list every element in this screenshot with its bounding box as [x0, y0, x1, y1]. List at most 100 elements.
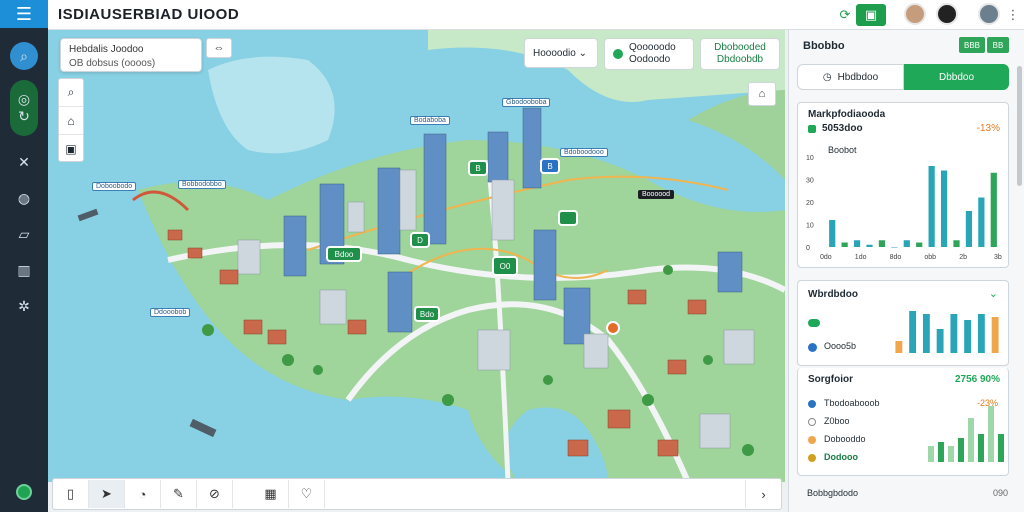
chart-bar [958, 438, 964, 462]
avatar[interactable] [978, 3, 1000, 25]
map-pin[interactable]: Bdo [414, 306, 440, 322]
chart-bar [936, 329, 944, 353]
panel-title: Bbobbo [803, 40, 845, 52]
chart-bar [866, 244, 873, 247]
map-label[interactable]: Bodaboba [410, 116, 450, 125]
panel-badge[interactable]: BBB [959, 37, 985, 53]
filter-sublabel: Dbdoobdb [716, 54, 764, 65]
hand-tool-icon[interactable]: ◔ [125, 480, 161, 508]
chart-bar [853, 240, 861, 247]
chart-bar [950, 314, 958, 353]
grid-tool-icon[interactable]: ▦ [253, 480, 289, 508]
x-tick-label: obb [924, 254, 936, 261]
row-label: Dodooo [824, 452, 858, 462]
layers-group[interactable]: ◎ ↻ [10, 80, 38, 136]
fullscreen-icon[interactable]: ⌂ [748, 82, 776, 106]
chart-bar [938, 442, 944, 462]
panel-badge[interactable]: BB [987, 37, 1009, 53]
filter-green[interactable]: Dbobooded Dbdoobdb [700, 38, 780, 70]
row-label: Dobooddo [824, 434, 866, 444]
chart-bar [990, 172, 997, 247]
search-map-icon[interactable]: ⌕ [59, 79, 83, 107]
map-label[interactable]: Gbodooboba [502, 98, 551, 107]
heart-tool-icon[interactable]: ♡ [289, 480, 325, 508]
card-title: Sorgfoior [808, 374, 853, 385]
map-label[interactable]: Ddooobob [150, 308, 191, 317]
map-illustration [48, 30, 785, 482]
metrics-card: Markpfodiaooda 5053doo -13% Boobot 10 30 2… [797, 102, 1009, 268]
bar-chart [928, 406, 1004, 462]
refresh-icon[interactable]: ⟳ [834, 4, 856, 26]
more-icon[interactable]: ⋮ [1002, 4, 1024, 26]
map-pin[interactable]: Bdoo [326, 246, 362, 262]
metric-value: 2756 90% [954, 374, 1000, 385]
search-icon[interactable]: ⌕ [10, 42, 38, 70]
row-label: Z0boo [824, 416, 850, 426]
pin-tool-icon[interactable]: ▯ [53, 480, 89, 508]
segment-option-active[interactable]: Dbbdoo [904, 64, 1009, 90]
clock-icon: ◷ [822, 71, 832, 83]
chart-bar [829, 220, 836, 247]
chevron-down-icon[interactable]: ⌄ [989, 287, 998, 300]
globe-icon[interactable]: ◍ [10, 184, 38, 212]
map-label[interactable]: Boooood [638, 190, 675, 199]
map-pin[interactable] [558, 210, 578, 226]
map-pin[interactable]: B [540, 158, 560, 174]
card-title: Markpfodiaooda [808, 109, 886, 120]
legend-swatch [808, 319, 820, 327]
x-tick-label: 1do [855, 254, 867, 261]
chart-bar [891, 247, 898, 248]
map-pin[interactable]: D [410, 232, 430, 248]
left-rail: ☰ ⌕ ◎ ↻ ✕ ◍ ▱ ▥ ✲ [0, 0, 48, 512]
filter-toggle[interactable]: Qooooodo Oodoodo [604, 38, 694, 70]
layers-icon: ◎ ↻ [17, 91, 31, 124]
top-bar: ISDIAUSERBIAD UIOOD ⟳ ▣ ⋮ [48, 0, 1024, 30]
location-icon[interactable]: ⌂ [59, 107, 83, 135]
map-pin[interactable]: O0 [492, 256, 518, 276]
footer-value: 090 [992, 488, 1008, 498]
scrollbar[interactable] [1017, 66, 1022, 186]
chart-bar [909, 311, 917, 353]
x-tick-label: 3b [994, 254, 1002, 261]
row-label: Tbodoabooob [824, 398, 880, 408]
segment-option[interactable]: ◷ Hbdbdoo [797, 64, 904, 90]
location-card[interactable]: Hebdalis Joodoo OB dobsus (oooos) [60, 38, 202, 72]
y-tick-label: 20 [806, 200, 814, 207]
compass-tool-icon[interactable]: ⊘ [197, 480, 233, 508]
chart-bar [940, 170, 948, 247]
map-label[interactable]: Bdoboodooo [560, 148, 608, 157]
avatar[interactable] [936, 3, 958, 25]
notification-button[interactable]: ▣ [856, 4, 886, 26]
x-tick-label: 2b [959, 254, 967, 261]
expand-icon[interactable]: ⇔ [206, 38, 232, 58]
map-canvas[interactable]: Hebdalis Joodoo OB dobsus (oooos) ⇔ Hooo… [48, 30, 785, 482]
route-icon[interactable]: ✕ [10, 148, 38, 176]
draw-tool-icon[interactable]: ✎ [161, 480, 197, 508]
chart-icon[interactable]: ▥ [10, 256, 38, 284]
menu-icon[interactable]: ☰ [0, 0, 48, 28]
filter-dropdown[interactable]: Hoooodio ⌄ [524, 38, 598, 68]
metric-delta: -13% [976, 123, 1000, 134]
metric-value: 5053doo [822, 123, 863, 134]
status-icon[interactable] [16, 484, 32, 500]
location-detail: OB dobsus (oooos) [69, 58, 156, 69]
bottom-toolbar: ▯ ➤ ◔ ✎ ⊘ ▦ ♡ › [52, 478, 782, 510]
map-label[interactable]: Doboobodo [92, 182, 137, 191]
summary-card: Wbrdbdoo ⌄ Oooo5b [797, 280, 1009, 366]
legend-dot [808, 400, 816, 408]
layers-toggle-icon[interactable]: ▣ [59, 135, 83, 163]
card-title: Wbrdbdoo [808, 289, 858, 300]
y-tick-label: 30 [806, 178, 814, 185]
filter-label: Dbobooded [714, 42, 766, 53]
avatar[interactable] [904, 3, 926, 25]
map-icon[interactable]: ▱ [10, 220, 38, 248]
segment-label: Hbdbdoo [837, 71, 879, 83]
navigate-tool-icon[interactable]: ➤ [89, 480, 125, 508]
x-tick-label: 8do [890, 254, 902, 261]
chevron-right-icon[interactable]: › [745, 480, 781, 508]
map-label[interactable]: Bobbodobbo [178, 180, 226, 189]
settings-icon[interactable]: ✲ [10, 292, 38, 320]
chart-bar [968, 418, 974, 462]
status-dot-icon [613, 49, 623, 59]
map-pin[interactable]: B [468, 160, 488, 176]
